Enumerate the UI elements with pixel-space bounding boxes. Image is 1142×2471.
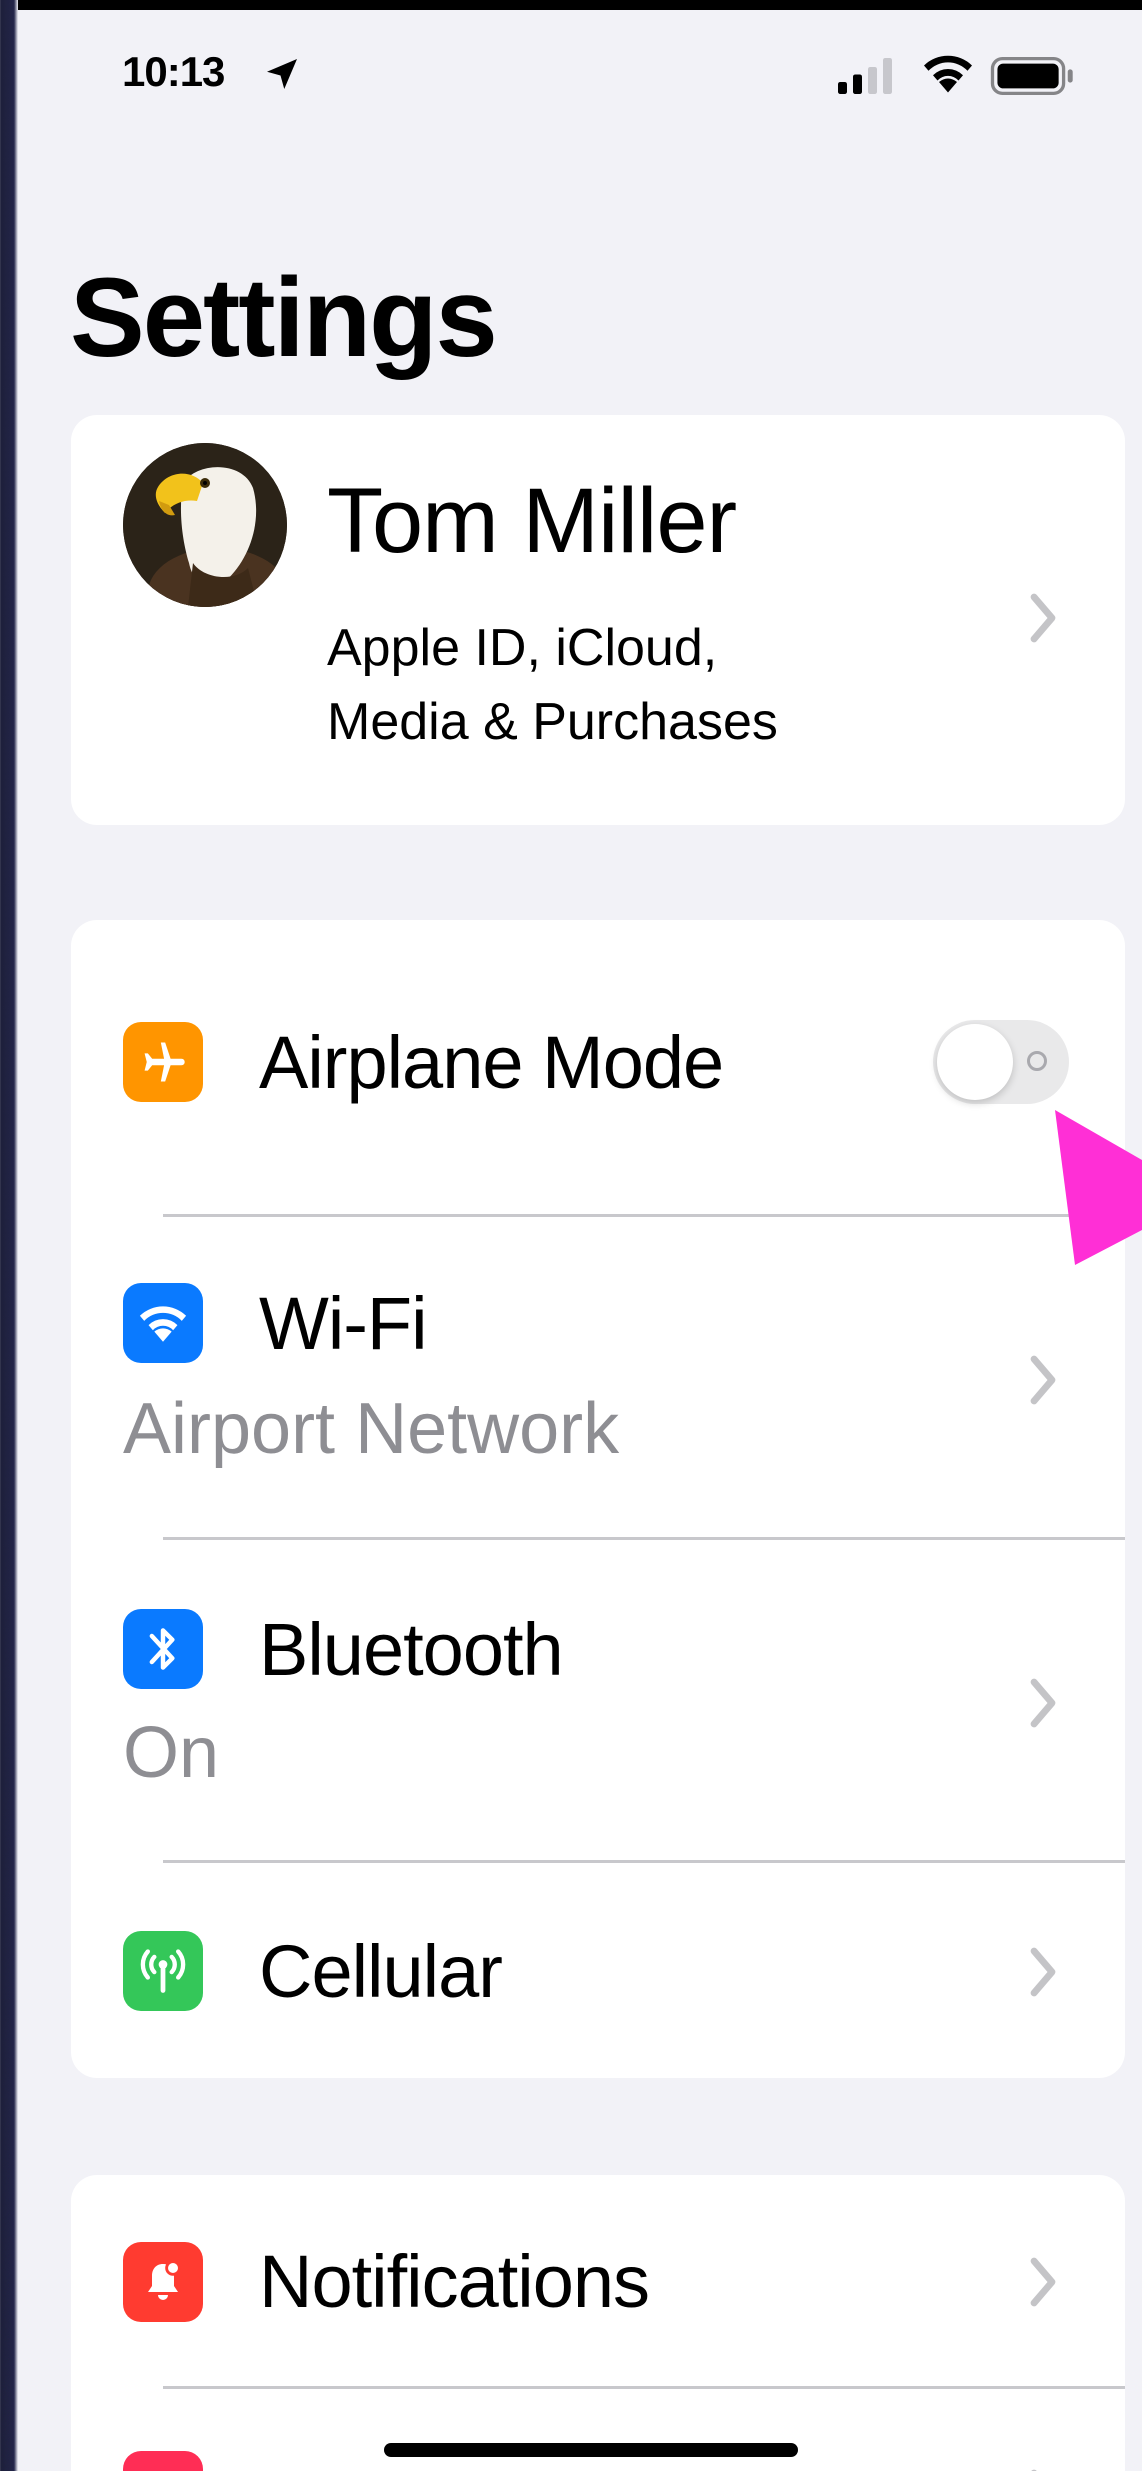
connectivity-group: Airplane Mode Wi-Fi Airport Network Blue… [71, 920, 1125, 2078]
bell-icon [123, 2242, 203, 2322]
sounds-haptics-row[interactable] [71, 2389, 1125, 2471]
airplane-mode-row[interactable]: Airplane Mode [71, 920, 1125, 1216]
top-edge [18, 0, 1142, 10]
home-indicator[interactable] [384, 2443, 798, 2457]
profile-subtitle-line1: Apple ID, iCloud, [327, 619, 718, 677]
bluetooth-icon [123, 1609, 203, 1689]
profile-subtitle: Apple ID, iCloud, Media & Purchases [327, 611, 927, 759]
notifications-label: Notifications [259, 2240, 650, 2323]
wifi-icon [924, 55, 972, 93]
bluetooth-status-value: On [123, 1713, 220, 1793]
wifi-icon [123, 1283, 203, 1363]
airplane-mode-label: Airplane Mode [259, 1021, 724, 1104]
cellular-antenna-icon [123, 1931, 203, 2011]
chevron-right-icon [1030, 2257, 1056, 2307]
settings-screen: 10:13 Settings Tom Miller Apple ID, iClo… [18, 0, 1142, 2471]
avatar[interactable] [123, 443, 287, 607]
page-title: Settings [70, 255, 498, 380]
chevron-right-icon [1030, 1355, 1056, 1405]
eagle-photo [123, 443, 287, 607]
cellular-signal-icon [838, 58, 892, 94]
bluetooth-label: Bluetooth [259, 1608, 564, 1691]
toggle-off-indicator [1027, 1051, 1047, 1071]
toggle-knob [937, 1024, 1013, 1100]
battery-icon [990, 56, 1073, 96]
speaker-icon [123, 2451, 203, 2471]
pointer-arrow-icon [1055, 1110, 1142, 1265]
chevron-right-icon [1030, 593, 1056, 643]
airplane-mode-toggle[interactable] [933, 1020, 1069, 1104]
cellular-label: Cellular [259, 1930, 503, 2013]
notifications-row[interactable]: Notifications [71, 2175, 1125, 2388]
status-time: 10:13 [122, 48, 225, 95]
wifi-row[interactable]: Wi-Fi Airport Network [71, 1217, 1125, 1537]
chevron-right-icon [1030, 1947, 1056, 1997]
cellular-row[interactable]: Cellular [71, 1863, 1125, 2078]
apple-id-profile-row[interactable]: Tom Miller Apple ID, iCloud, Media & Pur… [71, 415, 1125, 825]
wifi-network-value: Airport Network [123, 1389, 620, 1469]
chevron-right-icon [1030, 1678, 1056, 1728]
wifi-label: Wi-Fi [259, 1282, 428, 1365]
notifications-group: Notifications [71, 2175, 1125, 2471]
location-arrow-icon [267, 59, 297, 89]
airplane-icon [123, 1022, 203, 1102]
profile-subtitle-line2: Media & Purchases [327, 693, 778, 751]
chevron-right-icon [1031, 2469, 1037, 2471]
bluetooth-row[interactable]: Bluetooth On [71, 1540, 1125, 1860]
profile-name: Tom Miller [327, 470, 737, 572]
